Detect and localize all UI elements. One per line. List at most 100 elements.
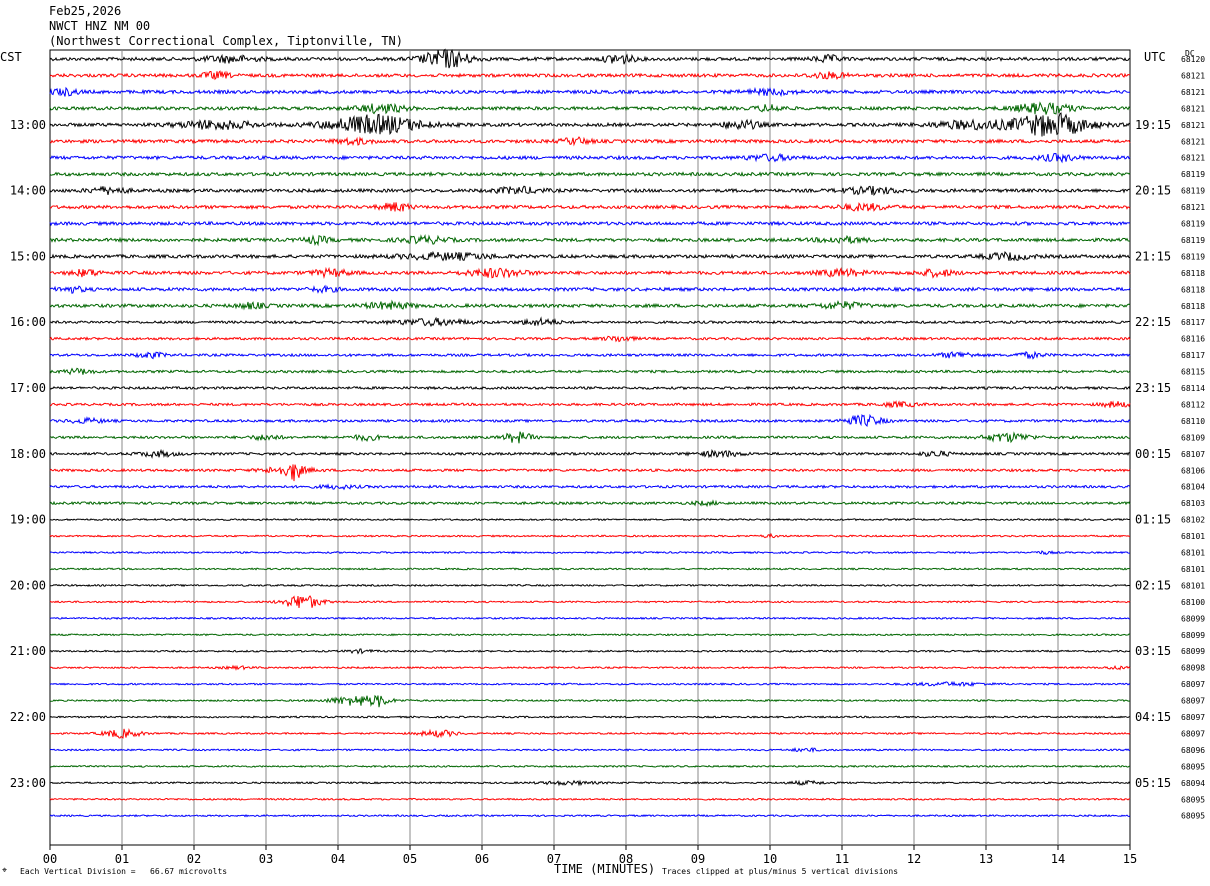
dc-offset-label: 68102	[1181, 516, 1205, 525]
seismic-trace	[49, 813, 1131, 818]
corner-mark: ⌖	[2, 866, 8, 876]
x-tick-label: 04	[331, 852, 345, 866]
dc-offset-label: 68117	[1181, 351, 1205, 360]
x-axis-label: TIME (MINUTES)	[554, 862, 656, 876]
seismic-trace	[49, 448, 1131, 459]
right-hour-label: 20:15	[1135, 184, 1171, 198]
dc-offset-label: 68119	[1181, 252, 1205, 261]
dc-offset-label: 68121	[1181, 121, 1205, 130]
dc-offset-label: 68098	[1181, 664, 1205, 673]
x-tick-label: 03	[259, 852, 273, 866]
seismic-trace	[49, 779, 1131, 787]
dc-offset-label: 68109	[1181, 433, 1205, 442]
seismic-trace	[49, 633, 1131, 637]
x-tick-label: 13	[979, 852, 993, 866]
seismic-trace	[50, 517, 1131, 522]
right-hour-label: 05:15	[1135, 776, 1171, 790]
right-hour-label: 21:15	[1135, 249, 1171, 263]
dc-offset-label: 68118	[1181, 269, 1205, 278]
dc-offset-label: 68114	[1181, 384, 1205, 393]
dc-offset-label: 68104	[1181, 483, 1205, 492]
dc-offset-label: 68118	[1181, 285, 1205, 294]
seismic-trace	[49, 616, 1131, 620]
dc-offset-label: 68101	[1181, 549, 1205, 558]
seismic-trace	[49, 299, 1131, 311]
seismic-trace	[49, 431, 1131, 444]
dc-offset-label: 68101	[1181, 581, 1205, 590]
dc-offset-label: 68099	[1181, 614, 1205, 623]
seismic-trace	[49, 70, 1131, 81]
x-tick-label: 06	[475, 852, 489, 866]
seismic-trace	[49, 532, 1131, 539]
x-tick-label: 09	[691, 852, 705, 866]
dc-offset-label: 68106	[1181, 466, 1205, 475]
seismic-trace	[49, 567, 1131, 571]
seismic-trace	[49, 220, 1131, 227]
dc-offset-label: 68121	[1181, 154, 1205, 163]
x-tick-label: 15	[1123, 852, 1137, 866]
seismic-trace	[49, 234, 1131, 247]
seismic-trace	[49, 170, 1131, 178]
dc-offset-label: 68115	[1181, 368, 1205, 377]
seismic-trace	[49, 728, 1131, 739]
x-tick-label: 00	[43, 852, 57, 866]
dc-offset-label: 68121	[1181, 203, 1205, 212]
dc-offset-label: 68100	[1181, 598, 1205, 607]
seismic-trace	[49, 483, 1131, 491]
seismic-trace	[49, 316, 1131, 328]
plot-frame	[49, 49, 1131, 846]
seismic-trace	[49, 499, 1131, 508]
seismogram-plot: 00 01 02 03 04 05 06 07 08 09 10 11 12 13 14 1568120681…	[10, 48, 1205, 866]
dc-offset-label: 68121	[1181, 88, 1205, 97]
dc-offset-label: 68116	[1181, 335, 1205, 344]
left-hour-label: 20:00	[10, 578, 46, 592]
seismic-trace	[49, 86, 1131, 98]
seismic-trace	[49, 202, 1131, 212]
right-hour-label: 23:15	[1135, 381, 1171, 395]
dc-offset-label: 68118	[1181, 302, 1205, 311]
dc-offset-label: 68119	[1181, 187, 1205, 196]
left-hour-label: 19:00	[10, 513, 46, 527]
seismic-trace	[49, 595, 1131, 609]
dc-offset-label: 68097	[1181, 713, 1205, 722]
clip-note: Traces clipped at plus/minus 5 vertical …	[662, 867, 899, 876]
left-hour-label: 18:00	[10, 447, 46, 461]
seismic-trace	[49, 680, 1131, 688]
dc-offset-label: 68099	[1181, 631, 1205, 640]
dc-offset-label: 68097	[1181, 680, 1205, 689]
seismic-trace	[49, 715, 1131, 719]
seismic-trace	[49, 583, 1131, 588]
seismic-trace	[49, 152, 1131, 164]
dc-offset-label: 68119	[1181, 220, 1205, 229]
left-hour-label: 16:00	[10, 315, 46, 329]
left-hour-label: 15:00	[10, 249, 46, 263]
dc-offset-label: 68095	[1181, 762, 1205, 771]
x-tick-label: 05	[403, 852, 417, 866]
left-hour-label: 23:00	[10, 776, 46, 790]
dc-offset-label: 68099	[1181, 647, 1205, 656]
dc-offset-label: 68101	[1181, 532, 1205, 541]
dc-offset-label: 68117	[1181, 318, 1205, 327]
x-tick-label: 11	[835, 852, 849, 866]
dc-offset-label: 68096	[1181, 746, 1205, 755]
seismic-trace	[49, 550, 1131, 556]
seismic-trace	[50, 250, 1131, 262]
dc-offset-label: 68121	[1181, 137, 1205, 146]
right-hour-label: 01:15	[1135, 513, 1171, 527]
dc-offset-label: 68110	[1181, 417, 1205, 426]
x-tick-label: 01	[115, 852, 129, 866]
seismic-trace	[49, 464, 1131, 482]
left-hour-label: 13:00	[10, 118, 46, 132]
right-hour-label: 02:15	[1135, 578, 1171, 592]
dc-offset-label: 68120	[1181, 55, 1205, 64]
seismic-trace	[49, 350, 1131, 360]
dc-offset-label: 68119	[1181, 236, 1205, 245]
seismic-trace	[49, 400, 1131, 409]
dc-offset-label: 68112	[1181, 400, 1205, 409]
seismic-trace	[49, 385, 1131, 391]
dc-offset-label: 68095	[1181, 812, 1205, 821]
right-hour-label: 22:15	[1135, 315, 1171, 329]
dc-offset-label: 68121	[1181, 71, 1205, 80]
seismic-trace	[49, 664, 1131, 671]
right-hour-label: 04:15	[1135, 710, 1171, 724]
